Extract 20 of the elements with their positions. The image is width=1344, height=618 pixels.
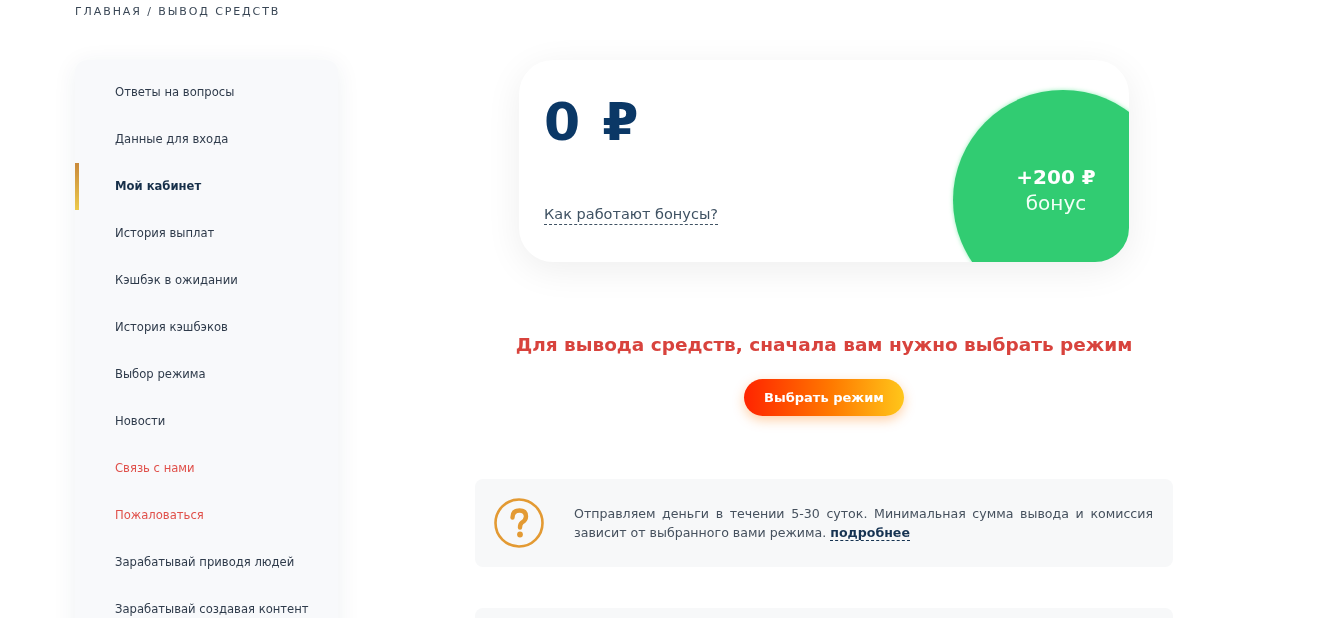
sidebar-item[interactable]: История выплат	[75, 210, 338, 257]
sidebar-item[interactable]: Пожаловаться	[75, 492, 338, 539]
bonus-amount: +200 ₽	[1016, 164, 1096, 190]
sidebar-item[interactable]: Зарабатывай приводя людей	[75, 539, 338, 586]
balance-amount: 0 ₽	[544, 92, 641, 152]
sidebar-item[interactable]: Ответы на вопросы	[75, 69, 338, 116]
sidebar-item[interactable]: Связь с нами	[75, 445, 338, 492]
sidebar-item[interactable]: История кэшбэков	[75, 304, 338, 351]
bonus-info-link[interactable]: Как работают бонусы?	[544, 204, 719, 225]
question-icon	[494, 498, 544, 548]
bonus-label: бонус	[1025, 190, 1087, 216]
sidebar-item[interactable]: Выбор режима	[75, 351, 338, 398]
info-text: Отправляем деньги в течении 5-30 суток. Минимальная сумма вывода и комиссия зависит от выбранного вами режима. подробнее	[574, 505, 1153, 542]
sidebar-item[interactable]: Зарабатывай создавая контент	[75, 586, 338, 618]
breadcrumb: ГЛАВНАЯ / ВЫВОД СРЕДСТВ	[75, 5, 281, 19]
notice-message: Для вывода средств, сначала вам нужно выбрать режим	[515, 333, 1133, 357]
sidebar-item[interactable]: Данные для входа	[75, 116, 338, 163]
details-link[interactable]: подробнее	[830, 525, 910, 541]
sidebar-item[interactable]: Кэшбэк в ожидании	[75, 257, 338, 304]
sidebar-item[interactable]: Новости	[75, 398, 338, 445]
